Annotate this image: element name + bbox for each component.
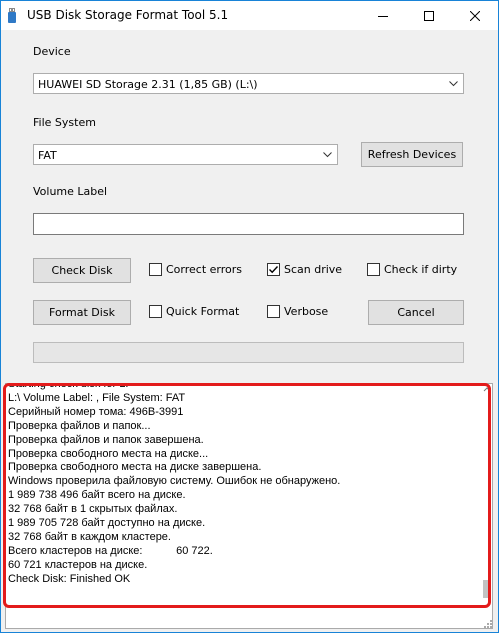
format-disk-button[interactable]: Format Disk: [33, 300, 131, 325]
log-line: 1 989 738 496 байт всего на диске.: [8, 489, 186, 502]
verbose-checkbox[interactable]: Verbose: [267, 305, 328, 318]
app-window: USB Disk Storage Format Tool 5.1 Device …: [0, 0, 499, 633]
volume-label-input[interactable]: [33, 213, 464, 235]
log-line: Всего кластеров на диске: 60 722.: [8, 544, 213, 557]
window-title: USB Disk Storage Format Tool 5.1: [27, 8, 229, 22]
minimize-button[interactable]: [360, 1, 406, 30]
log-line: 1 989 705 728 байт доступно на диске.: [8, 517, 206, 530]
close-button[interactable]: [452, 1, 498, 30]
checkbox-box: [149, 263, 162, 276]
correct-errors-checkbox[interactable]: Correct errors: [149, 263, 242, 276]
log-line: Check Disk: Finished OK: [8, 572, 131, 585]
log-line: 32 768 байт в каждом кластере.: [8, 530, 171, 543]
volume-label-label: Volume Label: [33, 185, 108, 198]
verbose-label: Verbose: [284, 305, 329, 318]
log-line: Проверка свободного места на диске завер…: [8, 461, 262, 474]
log-line: Серийный номер тома: 496B-3991: [8, 405, 184, 418]
checkbox-box: [149, 305, 162, 318]
maximize-button[interactable]: [406, 1, 452, 30]
checkbox-box: [267, 305, 280, 318]
check-disk-button[interactable]: Check Disk: [33, 258, 131, 283]
cancel-button[interactable]: Cancel: [368, 300, 464, 325]
maximize-icon: [424, 10, 434, 21]
quick-format-checkbox[interactable]: Quick Format: [149, 305, 239, 318]
correct-errors-label: Correct errors: [166, 263, 243, 276]
log-line: 32 768 байт в 1 скрытых файлах.: [8, 503, 178, 516]
log-line: L:\ Volume Label: , File System: FAT: [8, 391, 186, 404]
chevron-down-icon: [323, 152, 332, 158]
resize-grip-icon[interactable]: [482, 618, 492, 628]
minimize-icon: [378, 15, 388, 17]
checkbox-box: [267, 263, 280, 276]
title-bar[interactable]: USB Disk Storage Format Tool 5.1: [1, 1, 498, 30]
device-select-value: HUAWEI SD Storage 2.31 (1,85 GB) (L:\): [38, 78, 258, 91]
device-label: Device: [33, 45, 71, 58]
usb-drive-icon: [8, 8, 16, 23]
log-line: Windows проверила файловую систему. Ошиб…: [8, 475, 341, 488]
check-if-dirty-label: Check if dirty: [384, 263, 458, 276]
scan-drive-label: Scan drive: [284, 263, 343, 276]
file-system-label: File System: [33, 116, 96, 129]
file-system-select[interactable]: FAT: [33, 144, 338, 165]
log-line: Проверка свободного места на диске...: [8, 447, 209, 460]
progress-bar: [33, 342, 464, 363]
device-select[interactable]: HUAWEI SD Storage 2.31 (1,85 GB) (L:\): [33, 73, 464, 94]
check-if-dirty-checkbox[interactable]: Check if dirty: [367, 263, 457, 276]
log-scroll-thumb[interactable]: [483, 580, 491, 598]
refresh-devices-button[interactable]: Refresh Devices: [361, 142, 463, 167]
log-line: Starting check disk for L:: [8, 383, 129, 390]
log-scrollbar[interactable]: [482, 384, 492, 628]
file-system-select-value: FAT: [38, 149, 57, 162]
log-text: Starting check disk for L: L:\ Volume Lab…: [8, 383, 341, 587]
log-line: Проверка файлов и папок завершена.: [8, 433, 204, 446]
close-icon: [470, 10, 480, 21]
scroll-up-icon: [483, 387, 491, 392]
chevron-down-icon: [449, 81, 458, 87]
checkbox-box: [367, 263, 380, 276]
scan-drive-checkbox[interactable]: Scan drive: [267, 263, 342, 276]
quick-format-label: Quick Format: [166, 305, 240, 318]
output-log[interactable]: Starting check disk for L: L:\ Volume Lab…: [5, 383, 493, 629]
checkmark-icon: [269, 266, 279, 274]
log-line: Проверка файлов и папок...: [8, 419, 151, 432]
log-line: 60 721 кластеров на диске.: [8, 558, 148, 571]
